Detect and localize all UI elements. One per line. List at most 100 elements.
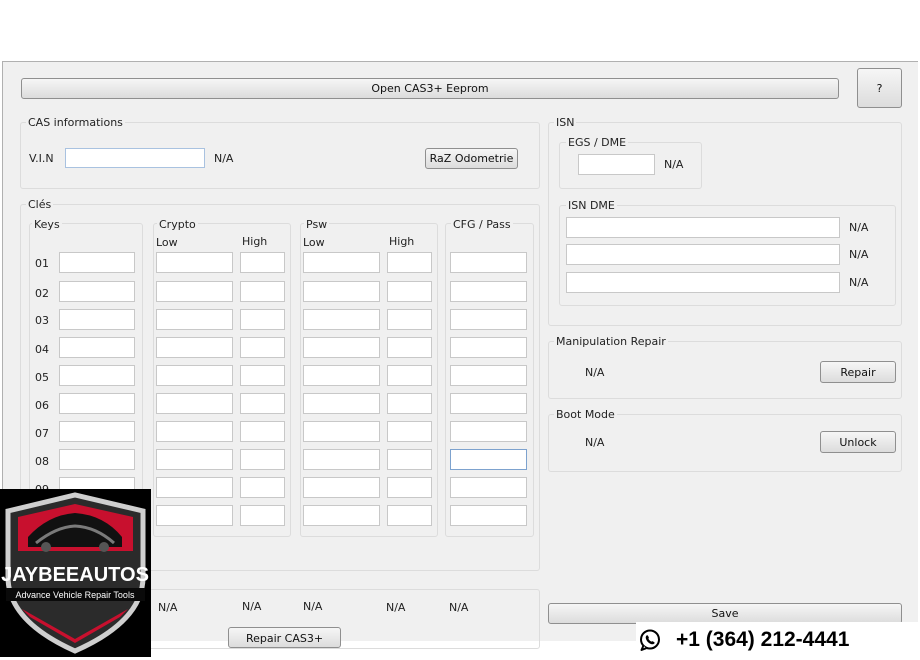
psw-high-input[interactable] — [387, 365, 432, 386]
psw-title: Psw — [304, 218, 330, 231]
status-value: N/A — [158, 601, 178, 614]
cfg-pass-input[interactable] — [450, 421, 527, 442]
cfg-pass-input[interactable] — [450, 449, 527, 470]
crypto-low-input[interactable] — [156, 365, 233, 386]
cfg-pass-input[interactable] — [450, 505, 527, 526]
crypto-high-input[interactable] — [240, 421, 285, 442]
isn-dme-input[interactable] — [566, 244, 840, 265]
key-input[interactable] — [59, 449, 135, 470]
egs-status: N/A — [664, 158, 684, 171]
save-button[interactable]: Save — [548, 603, 902, 624]
open-eeprom-button[interactable]: Open CAS3+ Eeprom — [21, 78, 839, 99]
psw-high-input[interactable] — [387, 449, 432, 470]
cas-info-title: CAS informations — [26, 116, 125, 129]
cfg-pass-input[interactable] — [450, 477, 527, 498]
psw-low-input[interactable] — [303, 365, 380, 386]
isn-dme-status: N/A — [849, 221, 869, 234]
vin-label: V.I.N — [29, 152, 54, 165]
crypto-low-input[interactable] — [156, 421, 233, 442]
key-row-label: 01 — [35, 257, 49, 270]
crypto-low-input[interactable] — [156, 393, 233, 414]
status-value: N/A — [303, 600, 323, 613]
crypto-high-input[interactable] — [240, 477, 285, 498]
unlock-button[interactable]: Unlock — [820, 431, 896, 453]
psw-low-input[interactable] — [303, 281, 380, 302]
key-row-label: 04 — [35, 343, 49, 356]
psw-high-input[interactable] — [387, 477, 432, 498]
cfg-pass-input[interactable] — [450, 281, 527, 302]
manipulation-repair-title: Manipulation Repair — [554, 335, 668, 348]
psw-low-input[interactable] — [303, 449, 380, 470]
crypto-high-input[interactable] — [240, 252, 285, 273]
crypto-low-input[interactable] — [156, 477, 233, 498]
crypto-high-input[interactable] — [240, 505, 285, 526]
isn-dme-input[interactable] — [566, 272, 840, 293]
key-input[interactable] — [59, 421, 135, 442]
psw-high-input[interactable] — [387, 393, 432, 414]
repair-button[interactable]: Repair — [820, 361, 896, 383]
crypto-low-label: Low — [156, 236, 178, 249]
psw-low-label: Low — [303, 236, 325, 249]
status-value: N/A — [449, 601, 469, 614]
cfg-pass-input[interactable] — [450, 365, 527, 386]
contact-banner: +1 (364) 212-4441 — [636, 622, 920, 657]
psw-high-input[interactable] — [387, 252, 432, 273]
psw-high-input[interactable] — [387, 309, 432, 330]
crypto-high-input[interactable] — [240, 281, 285, 302]
crypto-high-input[interactable] — [240, 393, 285, 414]
cles-title: Clés — [26, 198, 54, 211]
vin-status: N/A — [214, 152, 234, 165]
keys-title: Keys — [32, 218, 62, 231]
psw-high-input[interactable] — [387, 281, 432, 302]
key-input[interactable] — [59, 309, 135, 330]
crypto-low-input[interactable] — [156, 252, 233, 273]
psw-high-label: High — [389, 235, 415, 248]
repair-cas-button[interactable]: Repair CAS3+ — [228, 627, 341, 648]
psw-high-input[interactable] — [387, 337, 432, 358]
crypto-title: Crypto — [157, 218, 198, 231]
isn-dme-input[interactable] — [566, 217, 840, 238]
key-input[interactable] — [59, 252, 135, 273]
psw-high-input[interactable] — [387, 421, 432, 442]
key-row-label: 08 — [35, 455, 49, 468]
crypto-high-input[interactable] — [240, 449, 285, 470]
raz-odometrie-button[interactable]: RaZ Odometrie — [425, 148, 518, 169]
cfg-pass-title: CFG / Pass — [451, 218, 513, 231]
cfg-pass-input[interactable] — [450, 337, 527, 358]
egs-isn-input[interactable] — [578, 154, 655, 175]
key-row-label: 02 — [35, 287, 49, 300]
contact-phone: +1 (364) 212-4441 — [676, 627, 850, 651]
crypto-low-input[interactable] — [156, 337, 233, 358]
psw-low-input[interactable] — [303, 421, 380, 442]
boot-mode-title: Boot Mode — [554, 408, 617, 421]
crypto-high-label: High — [242, 235, 268, 248]
psw-high-input[interactable] — [387, 505, 432, 526]
psw-low-input[interactable] — [303, 309, 380, 330]
crypto-low-input[interactable] — [156, 309, 233, 330]
crypto-low-input[interactable] — [156, 281, 233, 302]
psw-low-input[interactable] — [303, 477, 380, 498]
key-input[interactable] — [59, 365, 135, 386]
key-input[interactable] — [59, 337, 135, 358]
crypto-high-input[interactable] — [240, 337, 285, 358]
vin-input[interactable] — [65, 148, 205, 168]
brand-logo: JAYBEEAUTOS Advance Vehicle Repair Tools — [0, 489, 151, 657]
help-button[interactable]: ? — [857, 68, 902, 108]
cfg-pass-input[interactable] — [450, 309, 527, 330]
egs-dme-title: EGS / DME — [566, 136, 629, 149]
psw-low-input[interactable] — [303, 252, 380, 273]
psw-low-input[interactable] — [303, 393, 380, 414]
status-value: N/A — [386, 601, 406, 614]
crypto-low-input[interactable] — [156, 449, 233, 470]
crypto-high-input[interactable] — [240, 365, 285, 386]
psw-low-input[interactable] — [303, 337, 380, 358]
cfg-pass-input[interactable] — [450, 252, 527, 273]
crypto-high-input[interactable] — [240, 309, 285, 330]
manipulation-status: N/A — [585, 366, 605, 379]
crypto-low-input[interactable] — [156, 505, 233, 526]
key-row-label: 03 — [35, 314, 49, 327]
psw-low-input[interactable] — [303, 505, 380, 526]
cfg-pass-input[interactable] — [450, 393, 527, 414]
key-input[interactable] — [59, 393, 135, 414]
key-input[interactable] — [59, 281, 135, 302]
